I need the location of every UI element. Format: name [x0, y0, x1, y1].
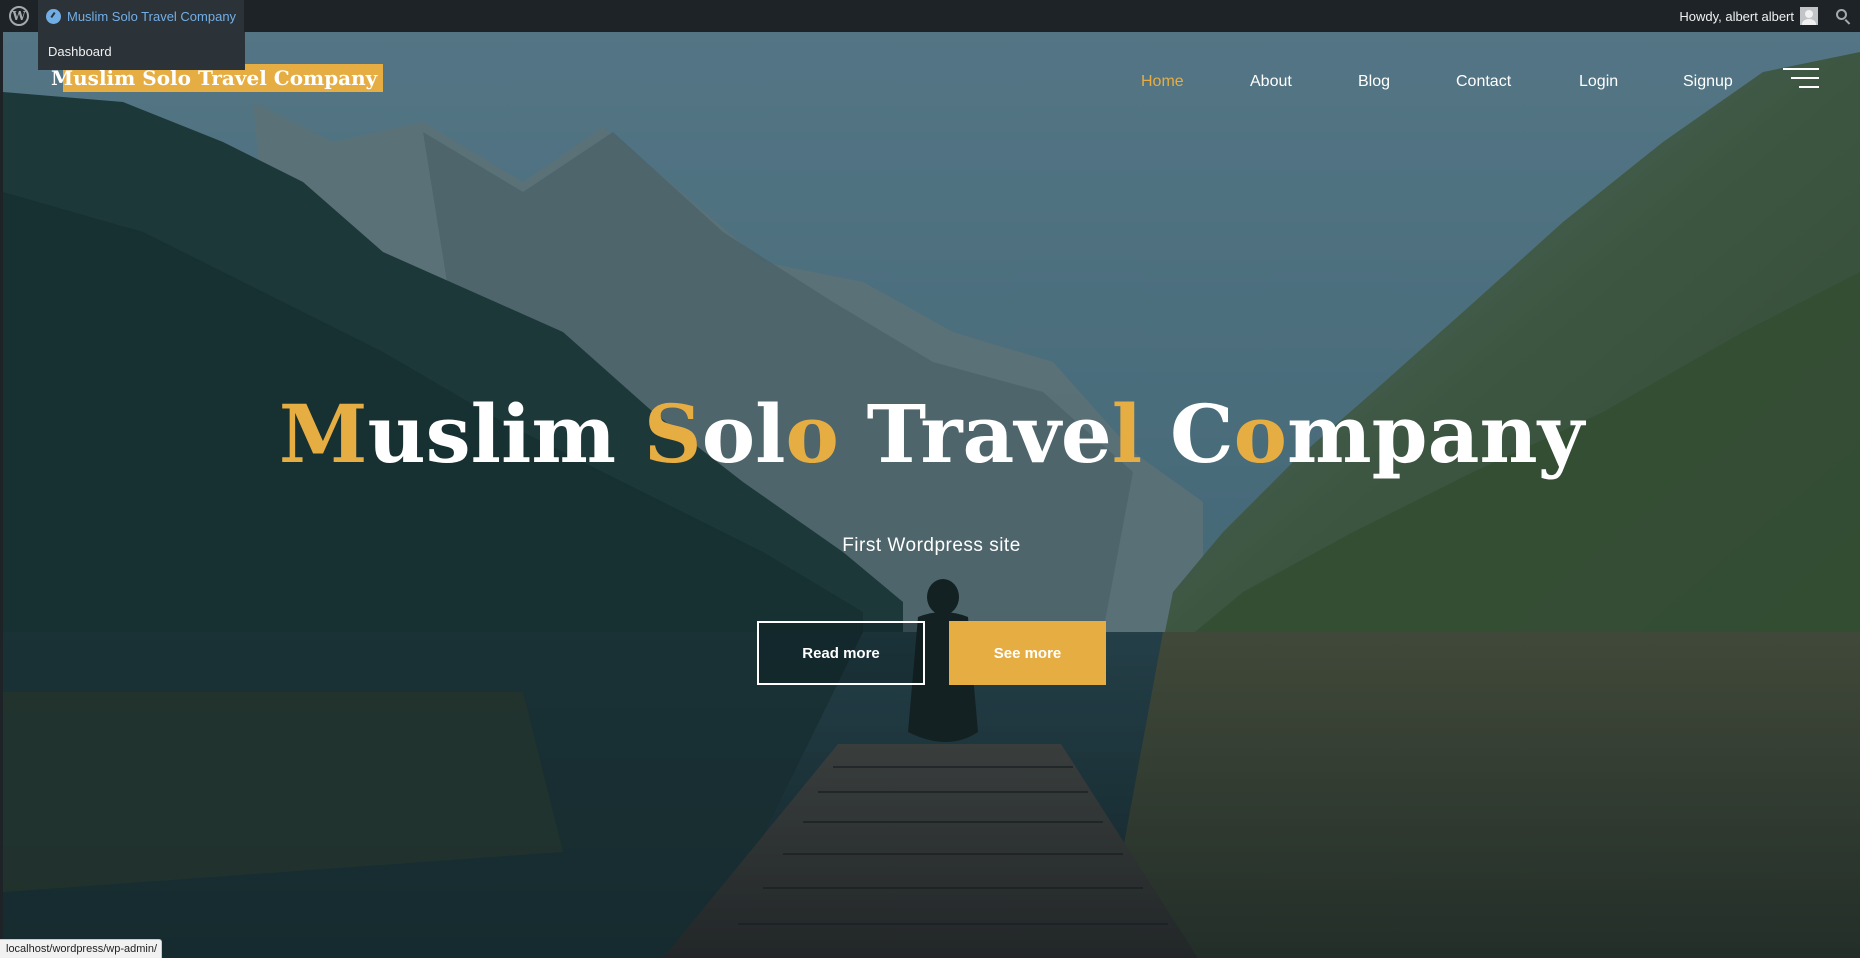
- dashboard-gauge-icon: [46, 8, 61, 24]
- hamburger-menu-icon[interactable]: [1783, 68, 1819, 90]
- admin-bar-account[interactable]: Howdy, albert albert: [1671, 7, 1826, 25]
- nav-login[interactable]: Login: [1579, 67, 1618, 97]
- dashboard-menu-item[interactable]: Dashboard: [38, 32, 245, 70]
- wordpress-logo-icon[interactable]: W: [0, 0, 38, 32]
- title-part: mpany: [1287, 387, 1585, 481]
- see-more-button[interactable]: See more: [949, 621, 1106, 685]
- hero-subtitle: First Wordpress site: [842, 535, 1021, 556]
- nav-home[interactable]: Home: [1141, 67, 1184, 97]
- wp-admin-bar: W Muslim Solo Travel Company Howdy, albe…: [0, 0, 1860, 32]
- howdy-text: Howdy, albert albert: [1679, 8, 1794, 24]
- title-part: o: [785, 387, 839, 481]
- search-icon[interactable]: [1826, 0, 1860, 32]
- title-part: M: [278, 387, 368, 481]
- title-part: uslim: [367, 387, 644, 481]
- admin-bar-site-link[interactable]: Muslim Solo Travel Company: [38, 0, 245, 32]
- title-part: C: [1142, 387, 1234, 481]
- hero-section: Muslim Solo Travel Company Home About Bl…: [3, 32, 1860, 958]
- nav-contact[interactable]: Contact: [1456, 67, 1511, 97]
- title-part: l: [1111, 387, 1143, 481]
- nav-blog[interactable]: Blog: [1358, 67, 1390, 97]
- title-part: o: [1233, 387, 1288, 481]
- admin-bar-site-name: Muslim Solo Travel Company: [67, 8, 237, 24]
- browser-status-url: localhost/wordpress/wp-admin/: [0, 939, 163, 958]
- nav-about[interactable]: About: [1250, 67, 1292, 97]
- main-nav: Home About Blog Contact Login Signup: [3, 67, 1860, 97]
- title-part: Trave: [838, 387, 1112, 481]
- dashboard-label: Dashboard: [48, 43, 112, 59]
- title-part: S: [643, 387, 702, 481]
- title-part: ol: [701, 387, 786, 481]
- read-more-button[interactable]: Read more: [757, 621, 925, 685]
- hero-title: Muslim Solo Travel Company: [3, 384, 1860, 484]
- nav-signup[interactable]: Signup: [1683, 67, 1733, 97]
- hero-background-image: [3, 32, 1860, 958]
- avatar: [1800, 7, 1818, 25]
